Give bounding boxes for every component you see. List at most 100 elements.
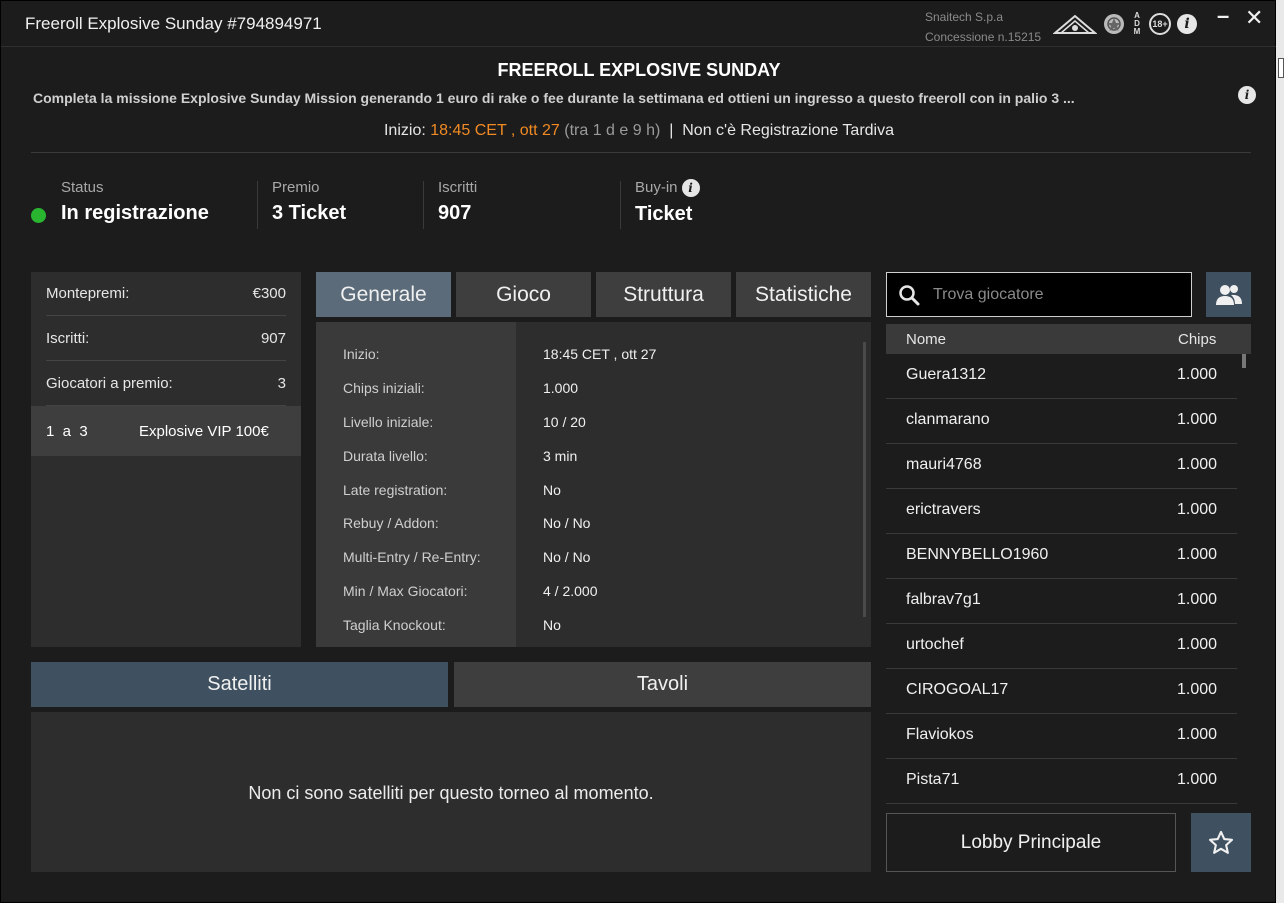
detail-row: Taglia Knockout: No — [316, 617, 856, 647]
player-row[interactable]: urtochef 1.000 — [886, 624, 1237, 669]
detail-row: Rebuy / Addon: No / No — [316, 515, 856, 549]
main-lobby-button[interactable]: Lobby Principale — [886, 813, 1176, 872]
age-18-icon: 18+ — [1149, 13, 1171, 35]
company-license: Concessione n.15215 — [925, 30, 1042, 44]
header-divider — [31, 152, 1251, 153]
status-separator — [620, 181, 621, 229]
detail-key: Late registration: — [343, 482, 448, 498]
player-row[interactable]: Pista71 1.000 — [886, 759, 1237, 804]
column-header-name[interactable]: Nome — [906, 331, 946, 348]
prize-pool-row: Montepremi: €300 — [46, 272, 286, 316]
tab-tables[interactable]: Tavoli — [454, 662, 871, 707]
player-chips: 1.000 — [1177, 456, 1218, 473]
status-separator — [257, 181, 258, 229]
player-name: mauri4768 — [906, 456, 982, 473]
tournament-window: Freeroll Explosive Sunday #794894971 Sna… — [0, 0, 1277, 903]
detail-value: No / No — [543, 515, 591, 531]
buyin-info-icon[interactable]: i — [681, 179, 700, 198]
tournament-description: Completa la missione Explosive Sunday Mi… — [33, 90, 1075, 106]
detail-value: No — [543, 617, 561, 633]
detail-row: Durata livello: 3 min — [316, 448, 856, 482]
detail-row: Chips iniziali: 1.000 — [316, 380, 856, 414]
general-details-panel: Inizio: 18:45 CET , ott 27 Chips iniziali… — [316, 322, 871, 647]
details-scrollbar[interactable] — [863, 342, 866, 617]
column-header-chips[interactable]: Chips — [1178, 331, 1216, 348]
prize-value: 3 Ticket — [272, 202, 347, 224]
prize-list-item: 1 a 3 Explosive VIP 100€ — [31, 406, 301, 456]
player-name: CIROGOAL17 — [906, 681, 1009, 698]
player-row[interactable]: Guera1312 1.000 — [886, 354, 1237, 399]
player-chips: 1.000 — [1177, 366, 1218, 383]
detail-value: 18:45 CET , ott 27 — [543, 346, 657, 362]
company-name: Snaitech S.p.a — [925, 10, 1004, 24]
close-button[interactable]: ✕ — [1245, 5, 1263, 31]
prize-name: Explosive VIP 100€ — [139, 422, 269, 440]
paid-players-label: Giocatori a premio: — [46, 375, 173, 392]
status-block: Status In registrazione — [61, 179, 209, 225]
tab-game[interactable]: Gioco — [456, 272, 591, 317]
start-separator: | — [669, 122, 674, 139]
favorite-button[interactable] — [1191, 813, 1251, 872]
desktop-edge — [1276, 0, 1284, 903]
buyin-block: Buy-in i Ticket — [635, 179, 700, 226]
detail-value: 10 / 20 — [543, 414, 586, 430]
player-name: erictravers — [906, 501, 981, 518]
detail-key: Livello iniziale: — [343, 414, 434, 430]
company-info: Snaitech S.p.a Concessione n.15215 — [925, 7, 1041, 47]
detail-value: 1.000 — [543, 380, 579, 396]
detail-key: Inizio: — [343, 346, 380, 362]
player-chips: 1.000 — [1177, 771, 1218, 788]
minimize-button[interactable]: – — [1217, 3, 1229, 29]
players-scrollbar[interactable] — [1242, 354, 1246, 368]
prize-pool-label: Montepremi: — [46, 285, 130, 302]
tab-structure[interactable]: Struttura — [596, 272, 731, 317]
player-name: urtochef — [906, 636, 964, 653]
prize-label: Premio — [272, 179, 320, 196]
detail-key: Rebuy / Addon: — [343, 515, 439, 531]
players-list: Nome Chips Guera1312 1.000 clanmarano 1.00… — [886, 324, 1251, 804]
tab-general[interactable]: Generale — [316, 272, 451, 317]
player-row[interactable]: CIROGOAL17 1.000 — [886, 669, 1237, 714]
player-row[interactable]: mauri4768 1.000 — [886, 444, 1237, 489]
prize-position: 1 a 3 — [46, 422, 88, 440]
detail-value: 4 / 2.000 — [543, 583, 598, 599]
prize-panel: Montepremi: €300 Iscritti: 907 Giocatori… — [31, 272, 301, 647]
player-search-input[interactable] — [933, 285, 1183, 304]
player-chips: 1.000 — [1177, 681, 1218, 698]
player-row[interactable]: clanmarano 1.000 — [886, 399, 1237, 444]
title-bar: Freeroll Explosive Sunday #794894971 Sna… — [1, 1, 1277, 47]
entrants-row-value: 907 — [260, 330, 286, 347]
detail-row: Late registration: No — [316, 482, 856, 516]
satellites-empty-message: Non ci sono satelliti per questo torneo … — [248, 783, 654, 803]
player-row[interactable]: falbrav7g1 1.000 — [886, 579, 1237, 624]
tab-statistics[interactable]: Statistiche — [736, 272, 871, 317]
users-icon — [1215, 284, 1242, 305]
detail-key: Multi-Entry / Re-Entry: — [343, 549, 481, 565]
description-info-icon[interactable]: i — [1238, 86, 1256, 104]
late-registration-note: Non c'è Registrazione Tardiva — [682, 122, 894, 139]
start-label: Inizio: — [383, 122, 426, 139]
detail-row: Inizio: 18:45 CET , ott 27 — [316, 346, 856, 380]
players-view-button[interactable] — [1206, 272, 1251, 317]
player-name: Pista71 — [906, 771, 960, 788]
players-list-header: Nome Chips — [886, 324, 1251, 354]
player-row[interactable]: BENNYBELLO1960 1.000 — [886, 534, 1237, 579]
satellites-panel: Non ci sono satelliti per questo torneo … — [31, 712, 871, 872]
player-chips: 1.000 — [1177, 546, 1218, 563]
tournament-title: FREEROLL EXPLOSIVE SUNDAY — [497, 60, 781, 80]
player-chips: 1.000 — [1177, 501, 1218, 518]
tab-satellites[interactable]: Satelliti — [31, 662, 448, 707]
detail-value: No — [543, 482, 561, 498]
status-dot — [31, 208, 46, 223]
detail-row: Multi-Entry / Re-Entry: No / No — [316, 549, 856, 583]
entrants-block: Iscritti 907 — [438, 179, 477, 225]
player-row[interactable]: Flaviokos 1.000 — [886, 714, 1237, 759]
detail-value: 3 min — [543, 448, 578, 464]
prize-pool-value: €300 — [252, 285, 286, 302]
info-icon[interactable]: i — [1177, 14, 1197, 34]
player-search-box[interactable] — [886, 272, 1192, 317]
player-row[interactable]: erictravers 1.000 — [886, 489, 1237, 534]
detail-key: Taglia Knockout: — [343, 617, 446, 633]
status-separator — [423, 181, 424, 229]
detail-value: No / No — [543, 549, 591, 565]
